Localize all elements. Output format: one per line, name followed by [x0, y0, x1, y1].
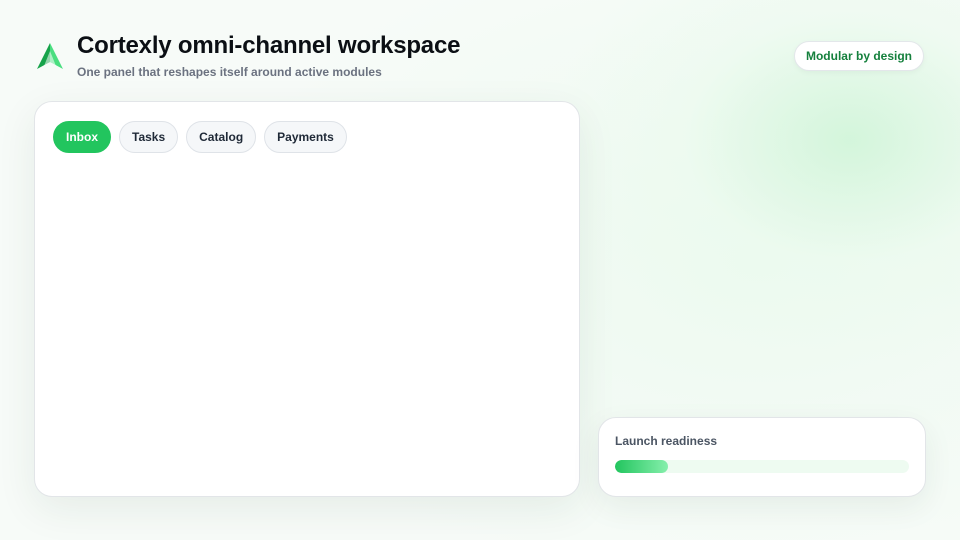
launch-readiness-label: Launch readiness — [615, 434, 718, 448]
tab-tasks[interactable]: Tasks — [119, 121, 179, 153]
modular-badge: Modular by design — [794, 41, 924, 71]
workspace-panel: Inbox Tasks Catalog Payments — [34, 101, 580, 497]
module-tabs: Inbox Tasks Catalog Payments — [53, 121, 347, 153]
tab-inbox[interactable]: Inbox — [53, 121, 111, 153]
logo-icon — [37, 43, 63, 69]
page-subtitle: One panel that reshapes itself around ac… — [77, 65, 382, 79]
launch-readiness-card: Launch readiness — [598, 417, 926, 497]
tab-catalog[interactable]: Catalog — [186, 121, 257, 153]
page-title: Cortexly omni-channel workspace — [77, 32, 461, 59]
launch-readiness-progress-track — [615, 460, 909, 473]
tab-payments[interactable]: Payments — [264, 121, 347, 153]
launch-readiness-progress-fill — [615, 460, 668, 473]
